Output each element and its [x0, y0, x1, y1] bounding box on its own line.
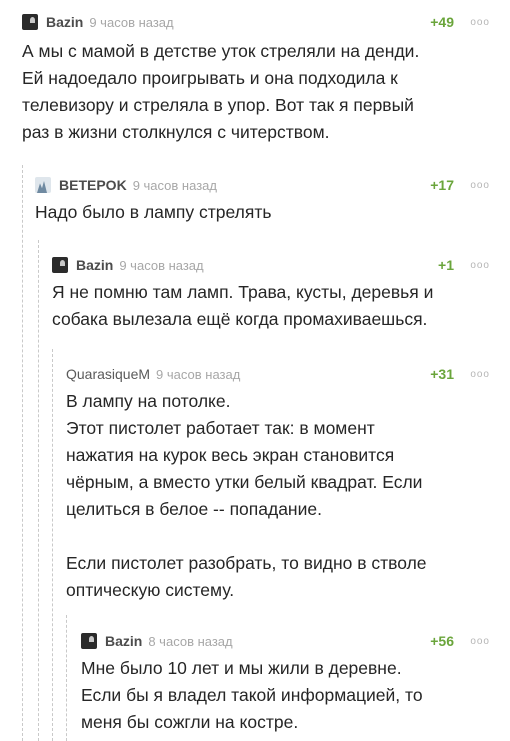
more-options-icon[interactable]: ooo [464, 260, 490, 271]
avatar[interactable] [81, 633, 97, 649]
comment-thread: Bazin 9 часов назад +49 ooo А мы с мамой… [0, 0, 510, 741]
author-name[interactable]: BETEPOK [59, 177, 127, 193]
avatar[interactable] [52, 257, 68, 273]
rating-value: +31 [430, 366, 454, 382]
comment-header: QuarasiqueM 9 часов назад +31 ooo [66, 362, 490, 386]
comment-header: Bazin 9 часов назад +49 ooo [22, 10, 490, 34]
author-name[interactable]: Bazin [76, 257, 113, 273]
rating-value: +56 [430, 633, 454, 649]
timestamp[interactable]: 9 часов назад [156, 367, 240, 382]
timestamp[interactable]: 9 часов назад [119, 258, 203, 273]
author-name[interactable]: Bazin [105, 633, 142, 649]
comment-text: Мне было 10 лет и мы жили в деревне. Есл… [81, 658, 423, 732]
comment-text: А мы с мамой в детстве уток стреляли на … [22, 41, 420, 142]
rating-value: +1 [438, 257, 454, 273]
comment-text: В лампу на потолке. Этот пистолет работа… [66, 391, 427, 600]
comment-header: Bazin 9 часов назад +1 ooo [52, 253, 490, 277]
timestamp[interactable]: 8 часов назад [148, 634, 232, 649]
more-options-icon[interactable]: ooo [464, 180, 490, 191]
timestamp[interactable]: 9 часов назад [133, 178, 217, 193]
comment-1: Bazin 9 часов назад +49 ooo А мы с мамой… [22, 10, 490, 146]
comment-header: Bazin 8 часов назад +56 ooo [81, 629, 490, 653]
more-options-icon[interactable]: ooo [464, 369, 490, 380]
comment-text: Я не помню там ламп. Трава, кусты, дерев… [52, 282, 434, 329]
rating-value: +49 [430, 14, 454, 30]
more-options-icon[interactable]: ooo [464, 17, 490, 28]
avatar[interactable] [35, 177, 51, 193]
comment-header: BETEPOK 9 часов назад +17 ooo [35, 173, 490, 197]
author-name[interactable]: QuarasiqueM [66, 366, 150, 382]
rating-value: +17 [430, 177, 454, 193]
comment-5: Bazin 8 часов назад +56 ooo Мне было 10 … [66, 615, 490, 741]
author-name[interactable]: Bazin [46, 14, 83, 30]
comment-text: Надо было в лампу стрелять [35, 202, 272, 222]
timestamp[interactable]: 9 часов назад [89, 15, 173, 30]
more-options-icon[interactable]: ooo [464, 636, 490, 647]
avatar[interactable] [22, 14, 38, 30]
